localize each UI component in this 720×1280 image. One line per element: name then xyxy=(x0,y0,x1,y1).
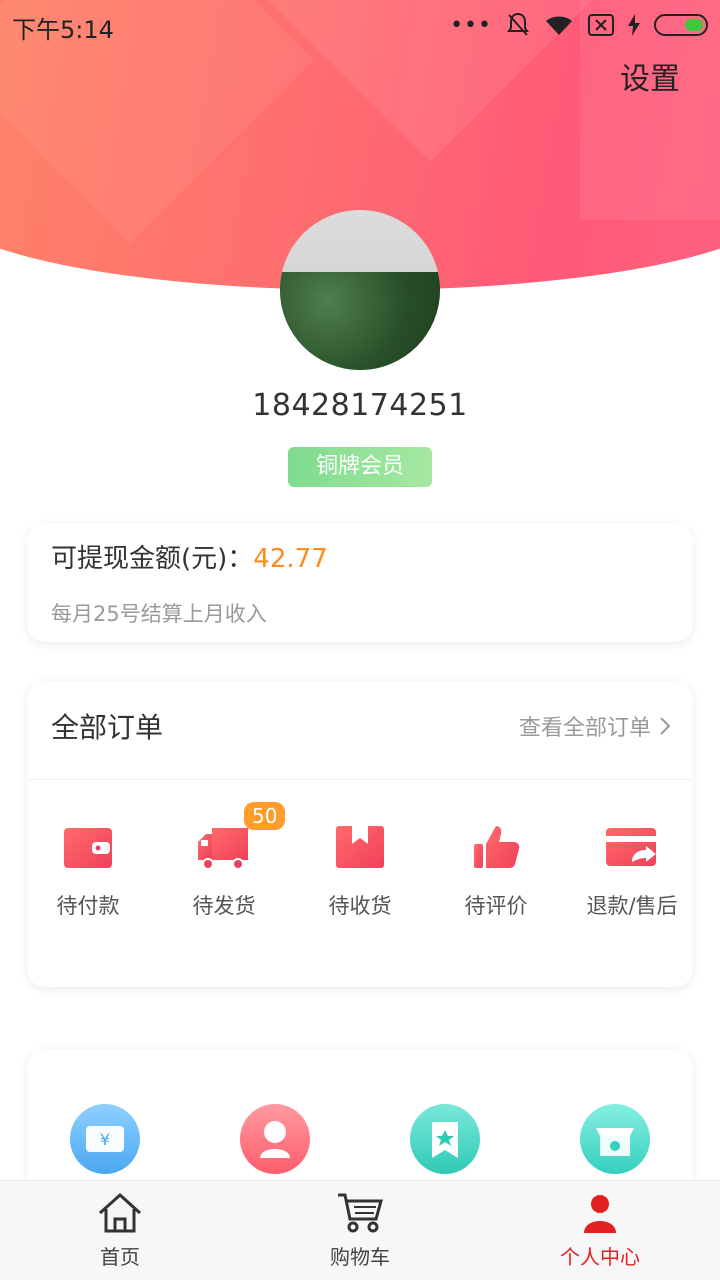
profile-page: 下午5:14 ••• 设置 18428174251 铜牌会员 可提现金额(元)：… xyxy=(0,0,720,1280)
nav-cart[interactable]: 购物车 xyxy=(280,1191,440,1270)
user-phone: 18428174251 xyxy=(252,388,468,423)
orders-title: 全部订单 xyxy=(51,711,164,744)
status-bar: 下午5:14 ••• xyxy=(0,0,720,50)
nav-label: 个人中心 xyxy=(560,1245,640,1269)
nav-label: 首页 xyxy=(100,1245,140,1269)
thumbs-up-icon xyxy=(468,822,524,872)
battery-icon xyxy=(654,14,708,36)
settings-button[interactable]: 设置 xyxy=(620,54,680,98)
orders-card: 全部订单 查看全部订单 待付款 50 待发货 待收货 待评价 退款/售后 xyxy=(27,682,693,987)
order-pending-review[interactable]: 待评价 xyxy=(435,822,557,920)
nav-user-center[interactable]: 个人中心 xyxy=(520,1191,680,1270)
order-label: 退款/售后 xyxy=(586,894,678,918)
sim-card-x-icon xyxy=(588,14,614,36)
orders-header: 全部订单 查看全部订单 xyxy=(27,682,693,780)
view-all-orders-link[interactable]: 查看全部订单 xyxy=(519,710,671,742)
avatar-photo xyxy=(280,272,440,370)
cart-icon xyxy=(336,1191,384,1235)
avatar[interactable] xyxy=(280,210,440,370)
balance-card[interactable]: 可提现金额(元)：42.77 每月25号结算上月收入 xyxy=(27,524,693,642)
user-center-icon xyxy=(576,1191,624,1235)
balance-amount: 42.77 xyxy=(253,544,328,574)
order-pending-shipment[interactable]: 50 待发货 xyxy=(163,802,286,920)
view-all-orders-label: 查看全部订单 xyxy=(518,716,651,741)
more-dots-icon: ••• xyxy=(450,12,492,38)
member-level-badge[interactable]: 铜牌会员 xyxy=(288,447,432,487)
bottom-nav: 首页 购物车 个人中心 xyxy=(0,1180,720,1280)
bookmark-star-icon[interactable] xyxy=(410,1104,480,1174)
status-icons: ••• xyxy=(450,10,708,40)
svg-text:¥: ¥ xyxy=(100,1130,110,1149)
chevron-right-icon xyxy=(660,717,671,735)
balance-note: 每月25号结算上月收入 xyxy=(51,602,267,626)
balance-row: 可提现金额(元)：42.77 xyxy=(51,538,328,575)
status-time: 下午5:14 xyxy=(12,16,114,44)
order-label: 待收货 xyxy=(328,894,392,918)
order-pending-receipt[interactable]: 待收货 xyxy=(299,822,421,920)
order-label: 待发货 xyxy=(192,894,256,918)
shop-icon[interactable] xyxy=(580,1104,650,1174)
nav-label: 购物车 xyxy=(330,1245,390,1269)
person-icon[interactable] xyxy=(240,1104,310,1174)
wallet-icon xyxy=(60,822,116,872)
battery-level xyxy=(685,19,703,31)
box-icon xyxy=(332,822,388,872)
charging-bolt-icon xyxy=(628,14,640,36)
card-return-icon xyxy=(604,822,660,872)
home-icon xyxy=(96,1191,144,1235)
coupon-icon[interactable]: ¥ xyxy=(70,1104,140,1174)
order-refund-aftersale[interactable]: 退款/售后 xyxy=(571,822,693,920)
truck-icon: 50 xyxy=(196,802,286,872)
count-badge: 50 xyxy=(244,802,286,830)
order-label: 待付款 xyxy=(56,894,120,918)
nav-home[interactable]: 首页 xyxy=(40,1191,200,1270)
mute-bell-icon xyxy=(507,12,529,36)
order-pending-payment[interactable]: 待付款 xyxy=(27,822,149,920)
balance-label: 可提现金额(元)： xyxy=(51,544,254,574)
wifi-icon xyxy=(546,16,572,35)
order-status-grid: 待付款 50 待发货 待收货 待评价 退款/售后 xyxy=(27,802,693,932)
order-label: 待评价 xyxy=(464,894,528,918)
